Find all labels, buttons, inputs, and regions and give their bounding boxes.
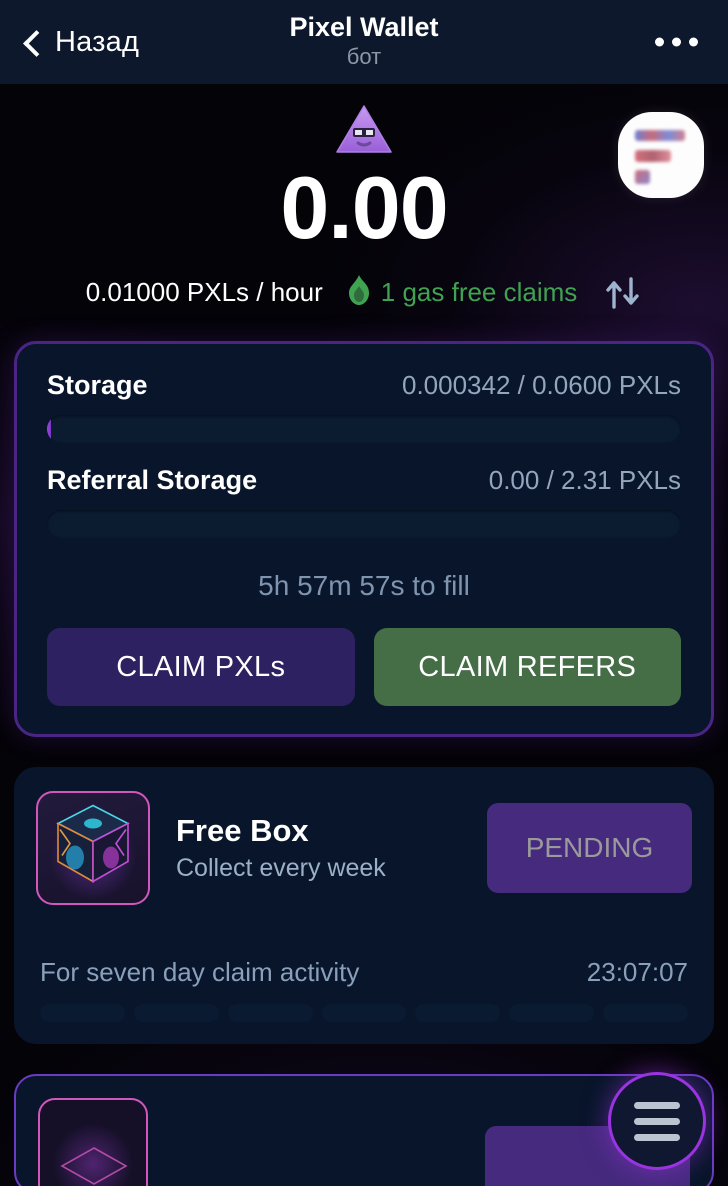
free-box-status-button: PENDING	[487, 803, 692, 893]
free-box-title: Free Box	[176, 813, 309, 848]
up-down-arrows-icon[interactable]	[604, 276, 642, 310]
pixel-triangle-logo-icon	[333, 102, 395, 158]
day-segment	[40, 1004, 125, 1022]
storage-progress-fill	[47, 415, 51, 443]
storage-header-row: Storage 0.000342 / 0.0600 PXLs	[47, 370, 681, 401]
top-navigation-bar: Назад Pixel Wallet бот	[0, 0, 728, 84]
hourly-rate-label: 0.01000 PXLs / hour	[85, 277, 323, 307]
avatar-line	[635, 170, 650, 184]
activity-countdown: 23:07:07	[586, 957, 688, 987]
activity-row: For seven day claim activity 23:07:07	[36, 957, 692, 988]
claim-buttons-row: CLAIM PXLs CLAIM REFERS	[47, 628, 681, 706]
day-segment	[509, 1004, 595, 1022]
free-box-text: Free Box Collect every week	[176, 813, 487, 883]
chevron-left-icon	[22, 32, 42, 52]
free-box-subtitle: Collect every week	[176, 854, 386, 882]
kebab-dot	[672, 37, 681, 47]
fill-timer-label: 5h 57m 57s to fill	[258, 570, 470, 601]
day-segment	[415, 1004, 501, 1022]
app-root: Назад Pixel Wallet бот 0.00 0.01000 PXLs…	[0, 0, 728, 1186]
free-box-card: Free Box Collect every week PENDING For …	[14, 767, 714, 1044]
referral-storage-label: Referral Storage	[47, 465, 258, 495]
day-segment	[133, 1004, 219, 1022]
storage-value: 0.000342 / 0.0600 PXLs	[401, 370, 681, 400]
free-box-row: Free Box Collect every week PENDING	[36, 791, 692, 905]
kebab-dot	[655, 37, 664, 47]
avatar-line	[635, 130, 685, 141]
day-segment	[603, 1004, 689, 1022]
claim-pxls-button[interactable]: CLAIM PXLs	[47, 628, 355, 706]
hamburger-line	[634, 1101, 680, 1109]
kebab-dot	[689, 37, 698, 47]
referral-progress-bar	[47, 510, 681, 538]
kebab-menu-icon[interactable]	[655, 37, 698, 47]
activity-label: For seven day claim activity	[40, 957, 360, 987]
gas-free-claims-label: 1 gas free claims	[380, 277, 578, 307]
balance-amount: 0.00	[280, 158, 448, 257]
neon-loot-cube-icon[interactable]	[36, 791, 150, 905]
day-segment	[227, 1004, 313, 1022]
hamburger-line	[634, 1117, 680, 1125]
flame-icon	[346, 274, 372, 311]
claim-refers-button[interactable]: CLAIM REFERS	[373, 628, 681, 706]
hamburger-line	[634, 1133, 680, 1141]
referral-storage-header-row: Referral Storage 0.00 / 2.31 PXLs	[47, 465, 681, 496]
hamburger-menu-icon[interactable]	[608, 1072, 706, 1170]
day-segments-row	[36, 1004, 692, 1022]
back-button-label: Назад	[55, 25, 140, 58]
back-button[interactable]: Назад	[22, 26, 139, 59]
page-subtitle: бот	[346, 44, 382, 70]
cube-artwork	[50, 800, 136, 897]
storage-label: Storage	[47, 370, 148, 400]
page-title: Pixel Wallet	[289, 12, 439, 43]
referral-storage-value: 0.00 / 2.31 PXLs	[488, 465, 681, 495]
storage-card: Storage 0.000342 / 0.0600 PXLs Referral …	[14, 341, 714, 737]
balance-details-row: 0.01000 PXLs / hour 1 gas free claims	[0, 274, 728, 311]
day-segment	[321, 1004, 407, 1022]
avatar-line	[635, 150, 671, 162]
next-box-thumbnail-icon	[38, 1098, 148, 1186]
gas-free-claims-group[interactable]: 1 gas free claims	[346, 274, 578, 311]
storage-progress-bar	[47, 415, 681, 443]
user-avatar-icon[interactable]	[618, 112, 704, 198]
balance-hero-section: 0.00 0.01000 PXLs / hour 1 gas free clai…	[0, 84, 728, 311]
